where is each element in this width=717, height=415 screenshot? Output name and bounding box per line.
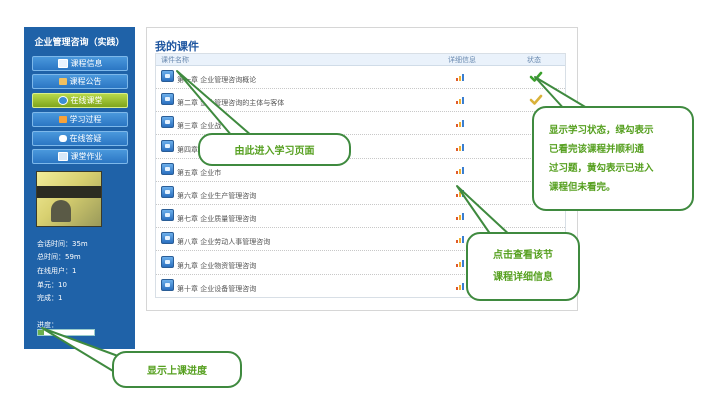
courseware-icon[interactable]: [161, 278, 174, 291]
courseware-name-link[interactable]: 第五章 企业市: [177, 168, 221, 178]
bar-chart-icon[interactable]: [456, 282, 464, 290]
courseware-icon[interactable]: [161, 93, 174, 106]
page-title: 我的课件: [155, 40, 199, 53]
sidebar: 企业管理咨询（实践） 课程信息 课程公告 在线课堂 学习过程 在线答疑 课堂作业…: [24, 27, 135, 349]
column-header-status: 状态: [527, 56, 541, 64]
nav-homework[interactable]: 课堂作业: [32, 149, 128, 164]
status-callout: 显示学习状态，绿勾表示 已看完该课程并顺利通 过习题，黄勾表示已进入 课程但未看…: [532, 106, 694, 211]
courseware-icon[interactable]: [161, 232, 174, 245]
enter-callout-text: 由此进入学习页面: [234, 146, 315, 157]
nav-learning-process[interactable]: 学习过程: [32, 112, 128, 127]
completed-count: 完成：1: [37, 294, 63, 302]
table-row[interactable]: 第二章 企业管理咨询的主体与客体: [156, 89, 565, 113]
table-header: 课件名称 详细信息 状态: [156, 54, 565, 66]
progress-bar: [37, 329, 95, 336]
progress-callout: 显示上课进度: [112, 351, 242, 388]
nav-online-qa[interactable]: 在线答疑: [32, 131, 128, 146]
bar-chart-icon[interactable]: [456, 120, 464, 128]
courseware-icon[interactable]: [161, 255, 174, 268]
courseware-name-link[interactable]: 第九章 企业物资管理咨询: [177, 261, 256, 271]
book-icon: [57, 59, 68, 68]
detail-callout-line: 课程详细信息: [493, 271, 553, 283]
courseware-icon[interactable]: [161, 70, 174, 82]
courseware-icon[interactable]: [161, 116, 174, 129]
total-time: 总时间：59m: [37, 253, 81, 261]
chat-icon: [58, 135, 67, 142]
progress-callout-text: 显示上课进度: [147, 366, 207, 377]
bar-chart-icon[interactable]: [456, 190, 464, 197]
courseware-name-link[interactable]: 第七章 企业质量管理咨询: [177, 214, 256, 224]
courseware-name-link[interactable]: 第八章 企业劳动人事管理咨询: [177, 237, 270, 247]
nav-label: 课程信息: [70, 59, 103, 68]
online-users: 在线用户：1: [37, 267, 77, 275]
nav-label: 课程公告: [69, 77, 102, 86]
nav-label: 在线课堂: [70, 96, 103, 105]
bar-chart-icon[interactable]: [456, 236, 464, 244]
nav-label: 课堂作业: [70, 152, 103, 161]
status-callout-line: 已看完该课程并顺利通: [549, 143, 645, 155]
bar-chart-icon[interactable]: [456, 259, 464, 267]
table-row[interactable]: 第三章 企业战: [156, 112, 565, 136]
detail-callout-line: 点击查看该节: [493, 249, 553, 261]
column-header-detail: 详细信息: [448, 56, 476, 64]
nav-label: 在线答疑: [69, 134, 102, 143]
session-time: 会话时间：35m: [37, 240, 88, 248]
progress-fill: [38, 330, 44, 335]
bar-chart-icon[interactable]: [456, 143, 464, 151]
course-title: 企业管理咨询（实践）: [34, 38, 125, 48]
yellow-check-icon: [529, 94, 543, 105]
nav-course-info[interactable]: 课程信息: [32, 56, 128, 71]
courseware-icon[interactable]: [161, 186, 174, 198]
document-icon: [58, 116, 67, 123]
status-callout-line: 课程但未看完。: [549, 181, 616, 193]
bar-chart-icon[interactable]: [456, 213, 464, 221]
courseware-name-link[interactable]: 第一章 企业管理咨询概论: [177, 75, 256, 85]
table-row[interactable]: 第六章 企业生产管理咨询: [156, 182, 565, 205]
column-header-name: 课件名称: [161, 56, 189, 64]
status-callout-line: 过习题，黄勾表示已进入: [549, 162, 654, 174]
courseware-name-link[interactable]: 第六章 企业生产管理咨询: [177, 191, 256, 201]
courseware-icon[interactable]: [161, 209, 174, 222]
courseware-icon[interactable]: [161, 139, 174, 152]
courseware-name-link[interactable]: 第十章 企业设备管理咨询: [177, 284, 256, 294]
nav-course-announcements[interactable]: 课程公告: [32, 74, 128, 89]
nav-label: 学习过程: [69, 115, 102, 124]
courseware-name-link[interactable]: 第二章 企业管理咨询的主体与客体: [177, 98, 284, 108]
detail-callout: 点击查看该节 课程详细信息: [466, 232, 580, 301]
courseware-icon[interactable]: [161, 162, 174, 175]
nav-online-classroom[interactable]: 在线课堂: [32, 93, 128, 108]
megaphone-icon: [58, 78, 67, 85]
bar-chart-icon[interactable]: [456, 97, 464, 105]
enter-callout: 由此进入学习页面: [198, 133, 351, 166]
status-callout-line: 显示学习状态，绿勾表示: [549, 124, 654, 136]
table-row[interactable]: 第一章 企业管理咨询概论: [156, 66, 565, 89]
green-check-icon: [529, 71, 543, 82]
units-count: 单元：10: [37, 281, 67, 289]
bar-chart-icon[interactable]: [456, 166, 464, 174]
bar-chart-icon[interactable]: [456, 74, 464, 81]
homework-icon: [57, 152, 68, 161]
courseware-name-link[interactable]: 第三章 企业战: [177, 121, 221, 131]
globe-icon: [57, 96, 68, 105]
table-row[interactable]: 第七章 企业质量管理咨询: [156, 205, 565, 229]
course-cover-image: [36, 171, 102, 227]
